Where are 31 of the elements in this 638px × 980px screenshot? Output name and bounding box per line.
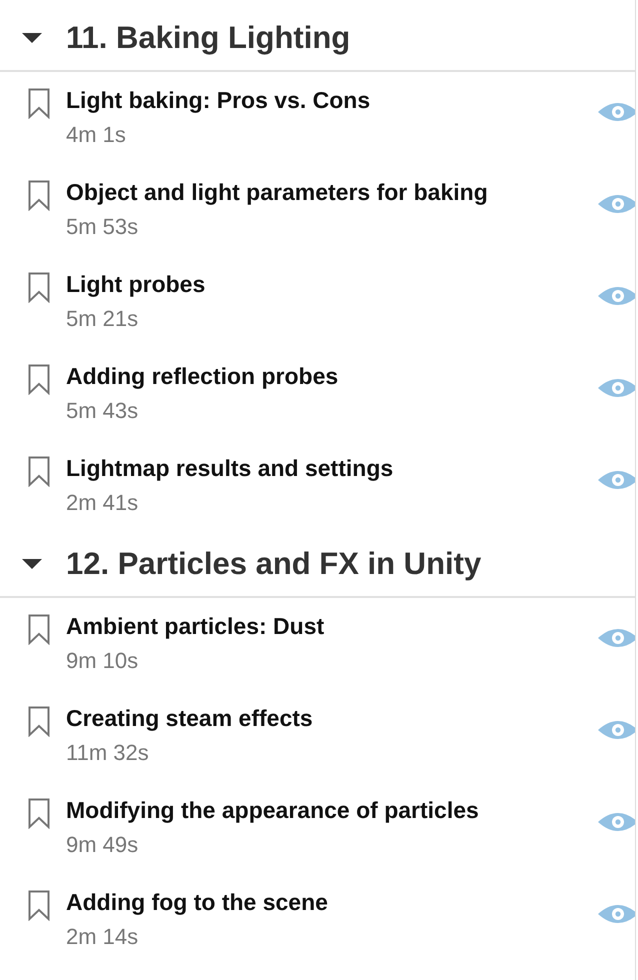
- lesson-duration: 9m 49s: [66, 832, 138, 858]
- bookmark-icon[interactable]: [28, 180, 50, 211]
- bookmark-icon[interactable]: [28, 88, 50, 119]
- lesson-duration: 2m 14s: [66, 924, 138, 950]
- lesson-duration: 2m 41s: [66, 490, 138, 516]
- lesson-title[interactable]: Modifying the appearance of particles: [66, 797, 479, 823]
- caret-icon[interactable]: [22, 33, 42, 43]
- lesson-title[interactable]: Ambient particles: Dust: [66, 613, 324, 639]
- lesson-title[interactable]: Light baking: Pros vs. Cons: [66, 87, 370, 113]
- bookmark-icon[interactable]: [28, 614, 50, 645]
- lesson-duration: 5m 21s: [66, 306, 138, 332]
- lesson-title[interactable]: Adding reflection probes: [66, 363, 338, 389]
- lesson-duration: 9m 10s: [66, 648, 138, 674]
- lesson-title[interactable]: Light probes: [66, 271, 206, 297]
- bookmark-icon[interactable]: [28, 456, 50, 487]
- lesson-duration: 11m 32s: [66, 740, 149, 766]
- lesson-duration: 5m 53s: [66, 214, 138, 240]
- lesson-title[interactable]: Creating steam effects: [66, 705, 313, 731]
- lesson-title[interactable]: Object and light parameters for baking: [66, 179, 488, 205]
- bookmark-icon[interactable]: [28, 890, 50, 921]
- lesson-title[interactable]: Adding fog to the scene: [66, 889, 328, 915]
- bookmark-icon[interactable]: [28, 706, 50, 737]
- bookmark-icon[interactable]: [28, 364, 50, 395]
- bookmark-icon[interactable]: [28, 272, 50, 303]
- lesson-title[interactable]: Lightmap results and settings: [66, 455, 394, 481]
- bookmark-icon[interactable]: [28, 798, 50, 829]
- section-title[interactable]: 12. Particles and FX in Unity: [66, 545, 482, 583]
- lesson-duration: 5m 43s: [66, 398, 138, 424]
- lesson-duration: 4m 1s: [66, 122, 126, 148]
- caret-icon[interactable]: [22, 559, 42, 569]
- section-title[interactable]: 11. Baking Lighting: [66, 19, 350, 57]
